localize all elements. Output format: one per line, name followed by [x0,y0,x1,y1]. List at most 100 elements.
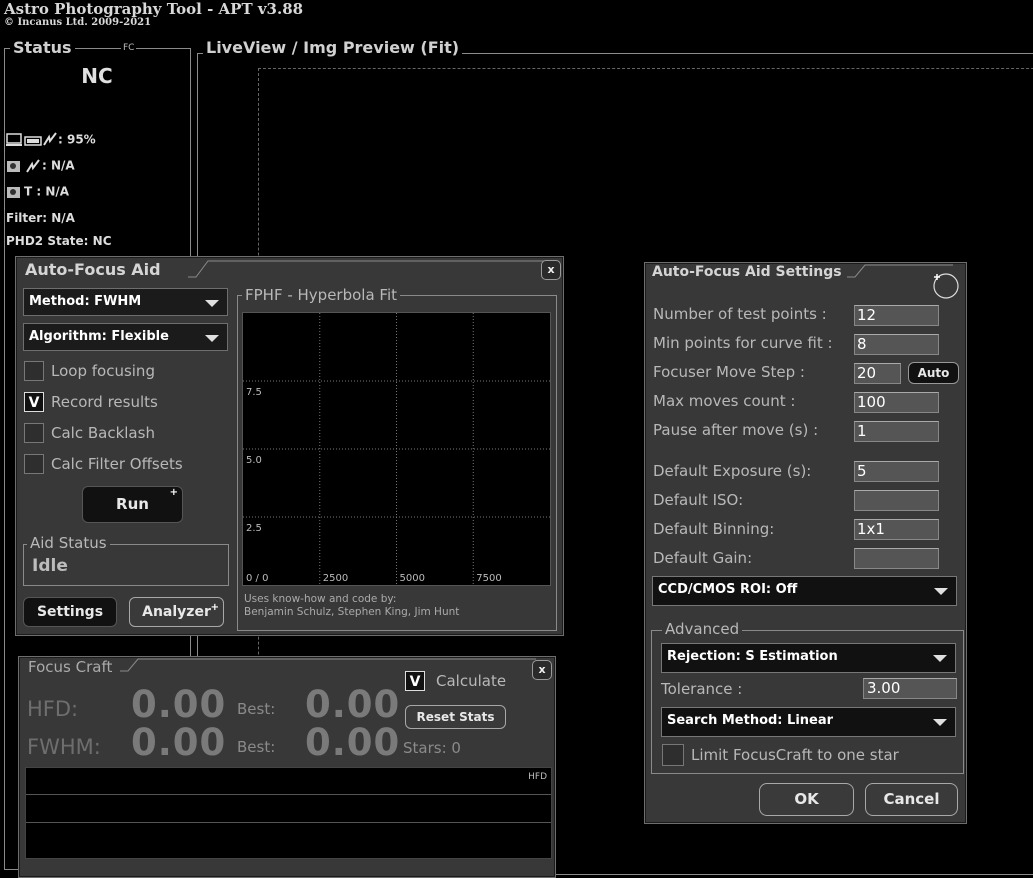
camera-power-status: : N/A [6,157,75,175]
hfd-value: 0.00 [131,683,227,726]
move-step-input[interactable]: 20 [854,363,901,384]
plus-icon: + [210,602,219,613]
title-underline [188,260,544,278]
algorithm-dropdown[interactable]: Algorithm: Flexible [23,323,228,351]
rejection-dropdown[interactable]: Rejection: S Estimation [661,643,956,673]
reset-stats-button[interactable]: Reset Stats [405,705,506,729]
status-title: Status [10,38,75,57]
chevron-down-icon [205,335,219,342]
default-gain-label: Default Gain: [653,549,753,567]
chart-x-tick-label: 7500 [476,573,501,584]
move-step-label: Focuser Move Step : [653,363,805,381]
camera-temp-icon [7,187,20,198]
graph-gridline [26,794,551,795]
chart-x-tick-label: 0 / 0 [246,573,268,584]
plus-icon: + [169,487,178,498]
min-points-label: Min points for curve fit : [653,334,833,352]
chart-svg: 2.5 5.0 7.5 0 / 0 2500 5000 7500 [243,313,550,585]
fwhm-value: 0.00 [131,721,227,764]
laptop-battery-icon [6,132,57,146]
autofocus-aid-title: Auto-Focus Aid [25,260,161,279]
run-label: Run [116,495,149,513]
default-exposure-input[interactable]: 5 [854,461,939,482]
roi-dropdown[interactable]: CCD/CMOS ROI: Off [652,576,957,606]
autofocus-settings-panel: Auto-Focus Aid Settings Number of test p… [644,262,967,824]
limit-focuscraft-label: Limit FocusCraft to one star [691,746,899,764]
default-iso-input[interactable] [854,490,939,511]
calc-backlash-label: Calc Backlash [51,424,155,442]
tolerance-input[interactable]: 3.00 [863,678,957,699]
advanced-title: Advanced [662,620,743,638]
chart-y-tick-label: 5.0 [246,455,262,466]
credit-line-2: Benjamin Schulz, Stephen King, Jim Hunt [244,606,460,618]
algorithm-value: Algorithm: Flexible [29,329,169,344]
focus-craft-title: Focus Craft [28,658,113,676]
app-copyright: © Incanus Ltd. 2009-2021 [4,17,152,28]
loop-focusing-checkbox[interactable] [24,361,44,381]
ok-button[interactable]: OK [759,783,854,816]
battery-status: : 95% [6,131,96,149]
calculate-label: Calculate [436,672,507,690]
method-dropdown[interactable]: Method: FWHM [23,288,228,316]
graph-gridline [26,822,551,823]
default-binning-label: Default Binning: [653,520,775,538]
rejection-value: Rejection: S Estimation [667,649,838,664]
test-points-input[interactable]: 12 [854,305,939,326]
test-points-label: Number of test points : [653,305,827,323]
cancel-button[interactable]: Cancel [865,783,958,816]
calc-filter-offsets-label: Calc Filter Offsets [51,455,183,473]
chevron-down-icon [934,588,948,595]
connection-state: NC [81,64,113,88]
method-value: Method: FWHM [29,294,142,309]
record-results-checkbox[interactable]: V [24,392,44,412]
chart-x-tick-label: 2500 [323,573,348,584]
liveview-title: LiveView / Img Preview (Fit) [203,38,463,57]
calc-backlash-checkbox[interactable] [24,423,44,443]
spinner-icon [933,273,959,299]
min-points-input[interactable]: 8 [854,334,939,355]
close-icon[interactable]: x [532,660,552,680]
analyzer-button[interactable]: Analyzer + [129,597,224,627]
settings-title: Auto-Focus Aid Settings [652,264,842,280]
record-results-label: Record results [51,393,158,411]
camera-temp-value: T : N/A [24,184,70,199]
hfd-label: HFD: [27,697,79,721]
calculate-checkbox[interactable]: V [405,671,425,691]
chevron-down-icon [933,655,947,662]
settings-button[interactable]: Settings [23,597,117,627]
camera-temp-status: T : N/A [6,183,69,201]
default-binning-input[interactable]: 1x1 [854,519,939,540]
filter-status: Filter: N/A [6,211,75,225]
search-method-value: Search Method: Linear [667,713,834,728]
pause-after-move-input[interactable]: 1 [854,421,939,442]
close-icon[interactable]: x [541,260,561,280]
credit-line-1: Uses know-how and code by: [244,593,397,605]
aid-status-title: Aid Status [27,534,110,552]
best-fwhm-value: 0.00 [305,721,401,764]
default-iso-label: Default ISO: [653,491,744,509]
chevron-down-icon [205,300,219,307]
stars-count: Stars: 0 [403,739,461,757]
chart-y-tick-label: 2.5 [246,523,262,534]
run-button[interactable]: Run + [82,486,183,523]
chart-x-tick-label: 5000 [400,573,425,584]
best-label: Best: [237,738,276,756]
hyperbola-fit-chart: 2.5 5.0 7.5 0 / 0 2500 5000 7500 [242,312,551,586]
camera-power-icon [7,159,40,173]
auto-button[interactable]: Auto [908,362,959,384]
hfd-graph: HFD [25,767,552,859]
search-method-dropdown[interactable]: Search Method: Linear [661,707,956,737]
focus-craft-panel: Focus Craft x HFD: 0.00 Best: 0.00 FWHM:… [18,656,556,878]
chart-title: FPHF - Hyperbola Fit [242,286,401,304]
phd2-status: PHD2 State: NC [6,234,112,248]
max-moves-input[interactable]: 100 [854,392,939,413]
stars-value: 0 [451,739,461,757]
best-label: Best: [237,700,276,718]
default-gain-input[interactable] [854,548,939,569]
limit-focuscraft-checkbox[interactable] [662,744,684,766]
loop-focusing-label: Loop focusing [51,362,155,380]
stars-label: Stars: [403,739,447,757]
calc-filter-offsets-checkbox[interactable] [24,454,44,474]
fwhm-label: FWHM: [27,735,101,759]
app-title: Astro Photography Tool - APT v3.88 [4,0,304,18]
